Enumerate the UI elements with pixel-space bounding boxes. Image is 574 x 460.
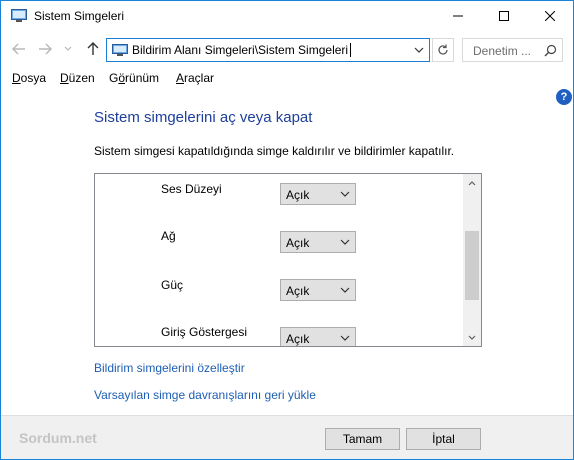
chevron-down-icon	[468, 335, 476, 340]
input-indicator-select-value: Açık	[286, 332, 310, 346]
cancel-button[interactable]: İptal	[406, 428, 481, 450]
page-description: Sistem simgesi kapatıldığında simge kald…	[94, 144, 455, 158]
refresh-button[interactable]	[432, 38, 454, 62]
help-icon[interactable]: ?	[556, 89, 572, 105]
menu-araclar[interactable]: Araçlar	[176, 71, 214, 85]
restore-default-behaviors-link[interactable]: Varsayılan simge davranışlarını geri yük…	[94, 388, 316, 402]
input-indicator-select[interactable]: Açık	[280, 327, 356, 346]
address-bar[interactable]: Bildirim Alanı Simgeleri\Sistem Simgeler…	[106, 38, 430, 62]
menu-gorunum-label: rünüm	[125, 71, 160, 85]
control-panel-icon	[11, 9, 27, 22]
search-placeholder: Denetim ...	[473, 44, 532, 58]
list-scrollbar[interactable]	[463, 174, 481, 346]
menu-dosya[interactable]: Dosya	[12, 71, 46, 85]
chevron-down-icon	[340, 191, 350, 197]
dialog-footer: Sordum.net Tamam İptal	[1, 415, 573, 459]
navigation-bar: Bildirim Alanı Simgeleri\Sistem Simgeler…	[1, 31, 573, 67]
icon-label-network: Ağ	[161, 229, 176, 243]
menu-duzen-accel: D	[60, 71, 69, 85]
volume-select[interactable]: Açık	[280, 183, 356, 205]
menu-gorunum[interactable]: Görünüm	[109, 71, 159, 85]
search-box[interactable]: Denetim ...	[462, 38, 563, 62]
menu-duzen-label: üzen	[68, 71, 95, 85]
volume-select-value: Açık	[286, 188, 310, 202]
scroll-thumb[interactable]	[465, 231, 479, 300]
system-icons-list[interactable]: Ses Düzeyi Açık Ağ Açık Güç Açık Giriş G…	[94, 173, 482, 347]
icon-label-volume: Ses Düzeyi	[161, 182, 222, 196]
icon-label-input-indicator: Giriş Göstergesi	[161, 325, 248, 339]
chevron-down-icon[interactable]	[412, 43, 426, 57]
chevron-down-icon	[340, 239, 350, 245]
watermark-brand: Sordum.net	[19, 430, 97, 446]
window-title: Sistem Simgeleri	[34, 9, 125, 23]
icon-label-power: Güç	[161, 278, 184, 292]
network-select[interactable]: Açık	[280, 231, 356, 253]
menu-bar: Dosya Düzen Görünüm Araçlar	[1, 67, 573, 89]
dialog-window: Sistem Simgeleri Bildirim Alanı Simgeler…	[0, 0, 574, 460]
ok-button[interactable]: Tamam	[325, 428, 400, 450]
network-select-value: Açık	[286, 236, 310, 250]
menu-araclar-accel: A	[176, 71, 185, 85]
text-caret	[350, 43, 351, 57]
back-button[interactable]	[9, 39, 29, 59]
page-title: Sistem simgelerini aç veya kapat	[94, 109, 313, 126]
chevron-down-icon	[340, 335, 350, 341]
forward-button[interactable]	[35, 39, 55, 59]
close-icon	[545, 11, 555, 21]
control-panel-icon	[112, 44, 128, 56]
menu-araclar-label: raçlar	[184, 71, 215, 85]
refresh-icon	[438, 44, 448, 55]
menu-gorunum-pre: G	[109, 71, 119, 85]
search-icon	[544, 44, 557, 57]
menu-duzen[interactable]: Düzen	[60, 71, 95, 85]
arrow-left-icon	[12, 43, 25, 55]
close-button[interactable]	[527, 1, 573, 31]
recent-locations-button[interactable]	[61, 39, 75, 59]
up-button[interactable]	[83, 39, 103, 59]
maximize-icon	[499, 11, 509, 21]
menu-dosya-accel: D	[12, 71, 21, 85]
arrow-up-icon	[87, 42, 99, 55]
menu-dosya-label: osya	[20, 71, 47, 85]
address-path: Bildirim Alanı Simgeleri\Sistem Simgeler…	[132, 43, 349, 57]
minimize-button[interactable]	[435, 1, 481, 31]
power-select[interactable]: Açık	[280, 279, 356, 301]
chevron-up-icon	[468, 180, 476, 185]
maximize-button[interactable]	[481, 1, 527, 31]
power-select-value: Açık	[286, 284, 310, 298]
arrow-right-icon	[39, 43, 52, 55]
customize-notification-icons-link[interactable]: Bildirim simgelerini özelleştir	[94, 361, 245, 375]
chevron-down-icon	[64, 46, 72, 51]
scroll-up-button[interactable]	[463, 174, 481, 191]
title-bar: Sistem Simgeleri	[1, 1, 573, 31]
scroll-down-button[interactable]	[463, 329, 481, 346]
chevron-down-icon	[340, 287, 350, 293]
minimize-icon	[453, 15, 463, 17]
